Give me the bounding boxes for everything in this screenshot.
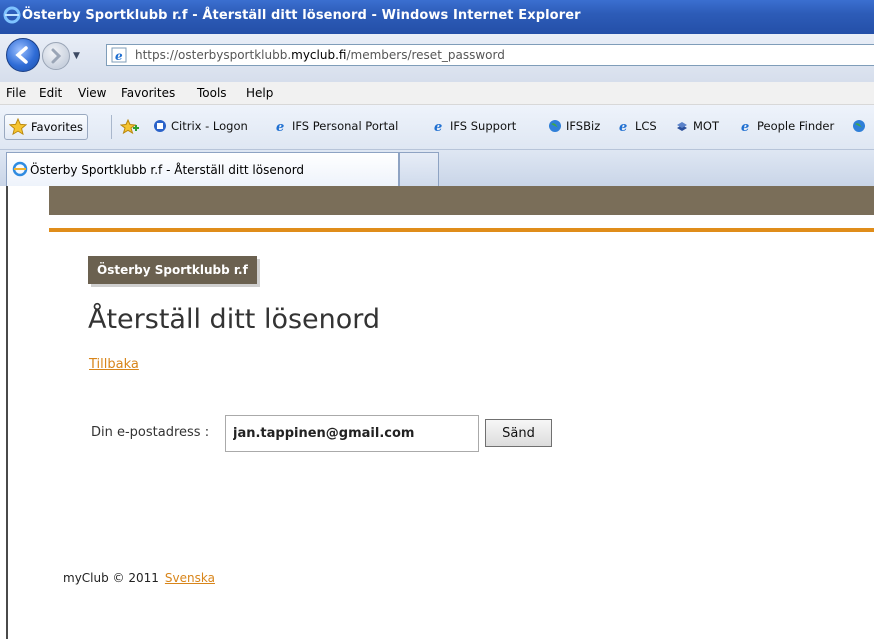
favorites-button[interactable]: Favorites [4, 114, 88, 140]
email-input[interactable] [225, 415, 479, 452]
book-stack-icon [677, 122, 687, 131]
globe-icon[interactable] [852, 119, 866, 133]
favorites-bar: Favorites Citrix - Logon e IFS Personal P… [0, 105, 874, 150]
ie-logo-icon [3, 6, 21, 24]
favorites-button-label: Favorites [31, 120, 83, 134]
header-accent-line [49, 228, 874, 232]
menu-tools[interactable]: Tools [197, 86, 227, 100]
fav-link-mot[interactable]: MOT [675, 119, 719, 133]
page-footer: myClub © 2011 Svenska [63, 571, 215, 585]
ie-page-icon: e [276, 120, 284, 133]
tab-reset-password[interactable]: Österby Sportklubb r.f - Återställ ditt … [6, 152, 399, 186]
language-link[interactable]: Svenska [165, 571, 215, 585]
svg-text:e: e [434, 120, 442, 133]
address-url: https://osterbysportklubb.myclub.fi/memb… [135, 48, 505, 62]
address-field[interactable]: e https://osterbysportklubb.myclub.fi/me… [106, 44, 874, 66]
email-label: Din e-postadress : [91, 425, 210, 440]
svg-text:e: e [741, 120, 749, 133]
menu-favorites[interactable]: Favorites [121, 86, 175, 100]
window-title: Österby Sportklubb r.f - Återställ ditt … [22, 8, 581, 23]
club-name-badge: Österby Sportklubb r.f [88, 256, 257, 284]
fav-link-ifs-support[interactable]: e IFS Support [432, 119, 516, 133]
copyright-text: myClub © 2011 [63, 571, 159, 585]
fav-link-people-finder[interactable]: e People Finder [739, 119, 834, 133]
window-edge [6, 186, 8, 639]
svg-text:e: e [276, 120, 284, 133]
recent-pages-dropdown-icon[interactable]: ▼ [73, 51, 80, 61]
menu-help[interactable]: Help [246, 86, 273, 100]
favorites-separator [111, 115, 112, 139]
fav-link-ifs-personal-portal[interactable]: e IFS Personal Portal [274, 119, 398, 133]
site-header-bar [49, 186, 874, 215]
star-icon [9, 118, 27, 136]
send-button[interactable]: Sänd [485, 419, 552, 447]
fav-link-citrix[interactable]: Citrix - Logon [153, 119, 248, 133]
tab-label: Österby Sportklubb r.f - Återställ ditt … [30, 163, 305, 177]
ie-page-icon: e [741, 120, 749, 133]
menu-edit[interactable]: Edit [39, 86, 62, 100]
ie-page-icon: e [111, 47, 127, 63]
forward-button[interactable] [42, 42, 70, 70]
fav-link-ifsbiz[interactable]: IFSBiz [548, 119, 600, 133]
svg-text:e: e [619, 120, 627, 133]
fav-link-lcs[interactable]: e LCS [617, 119, 657, 133]
ie-page-icon: e [434, 120, 442, 133]
svg-text:e: e [115, 49, 123, 63]
window-titlebar: Österby Sportklubb r.f - Återställ ditt … [0, 0, 874, 34]
back-button[interactable] [6, 38, 40, 72]
page-title: Återställ ditt lösenord [88, 304, 381, 335]
back-arrow-icon [15, 46, 28, 64]
back-link[interactable]: Tillbaka [89, 357, 139, 372]
ie-logo-icon [12, 161, 28, 177]
tab-row: Österby Sportklubb r.f - Återställ ditt … [0, 150, 874, 186]
citrix-icon [154, 120, 166, 132]
menu-view[interactable]: View [78, 86, 106, 100]
page-content: Österby Sportklubb r.f Återställ ditt lö… [0, 186, 874, 639]
new-tab-button[interactable] [399, 152, 439, 186]
forward-arrow-icon [51, 48, 62, 64]
ie-page-icon: e [619, 120, 627, 133]
menu-bar: File Edit View Favorites Tools Help [0, 82, 874, 105]
menu-file[interactable]: File [6, 86, 26, 100]
globe-icon [549, 120, 561, 132]
add-to-favorites-icon[interactable] [120, 119, 140, 135]
